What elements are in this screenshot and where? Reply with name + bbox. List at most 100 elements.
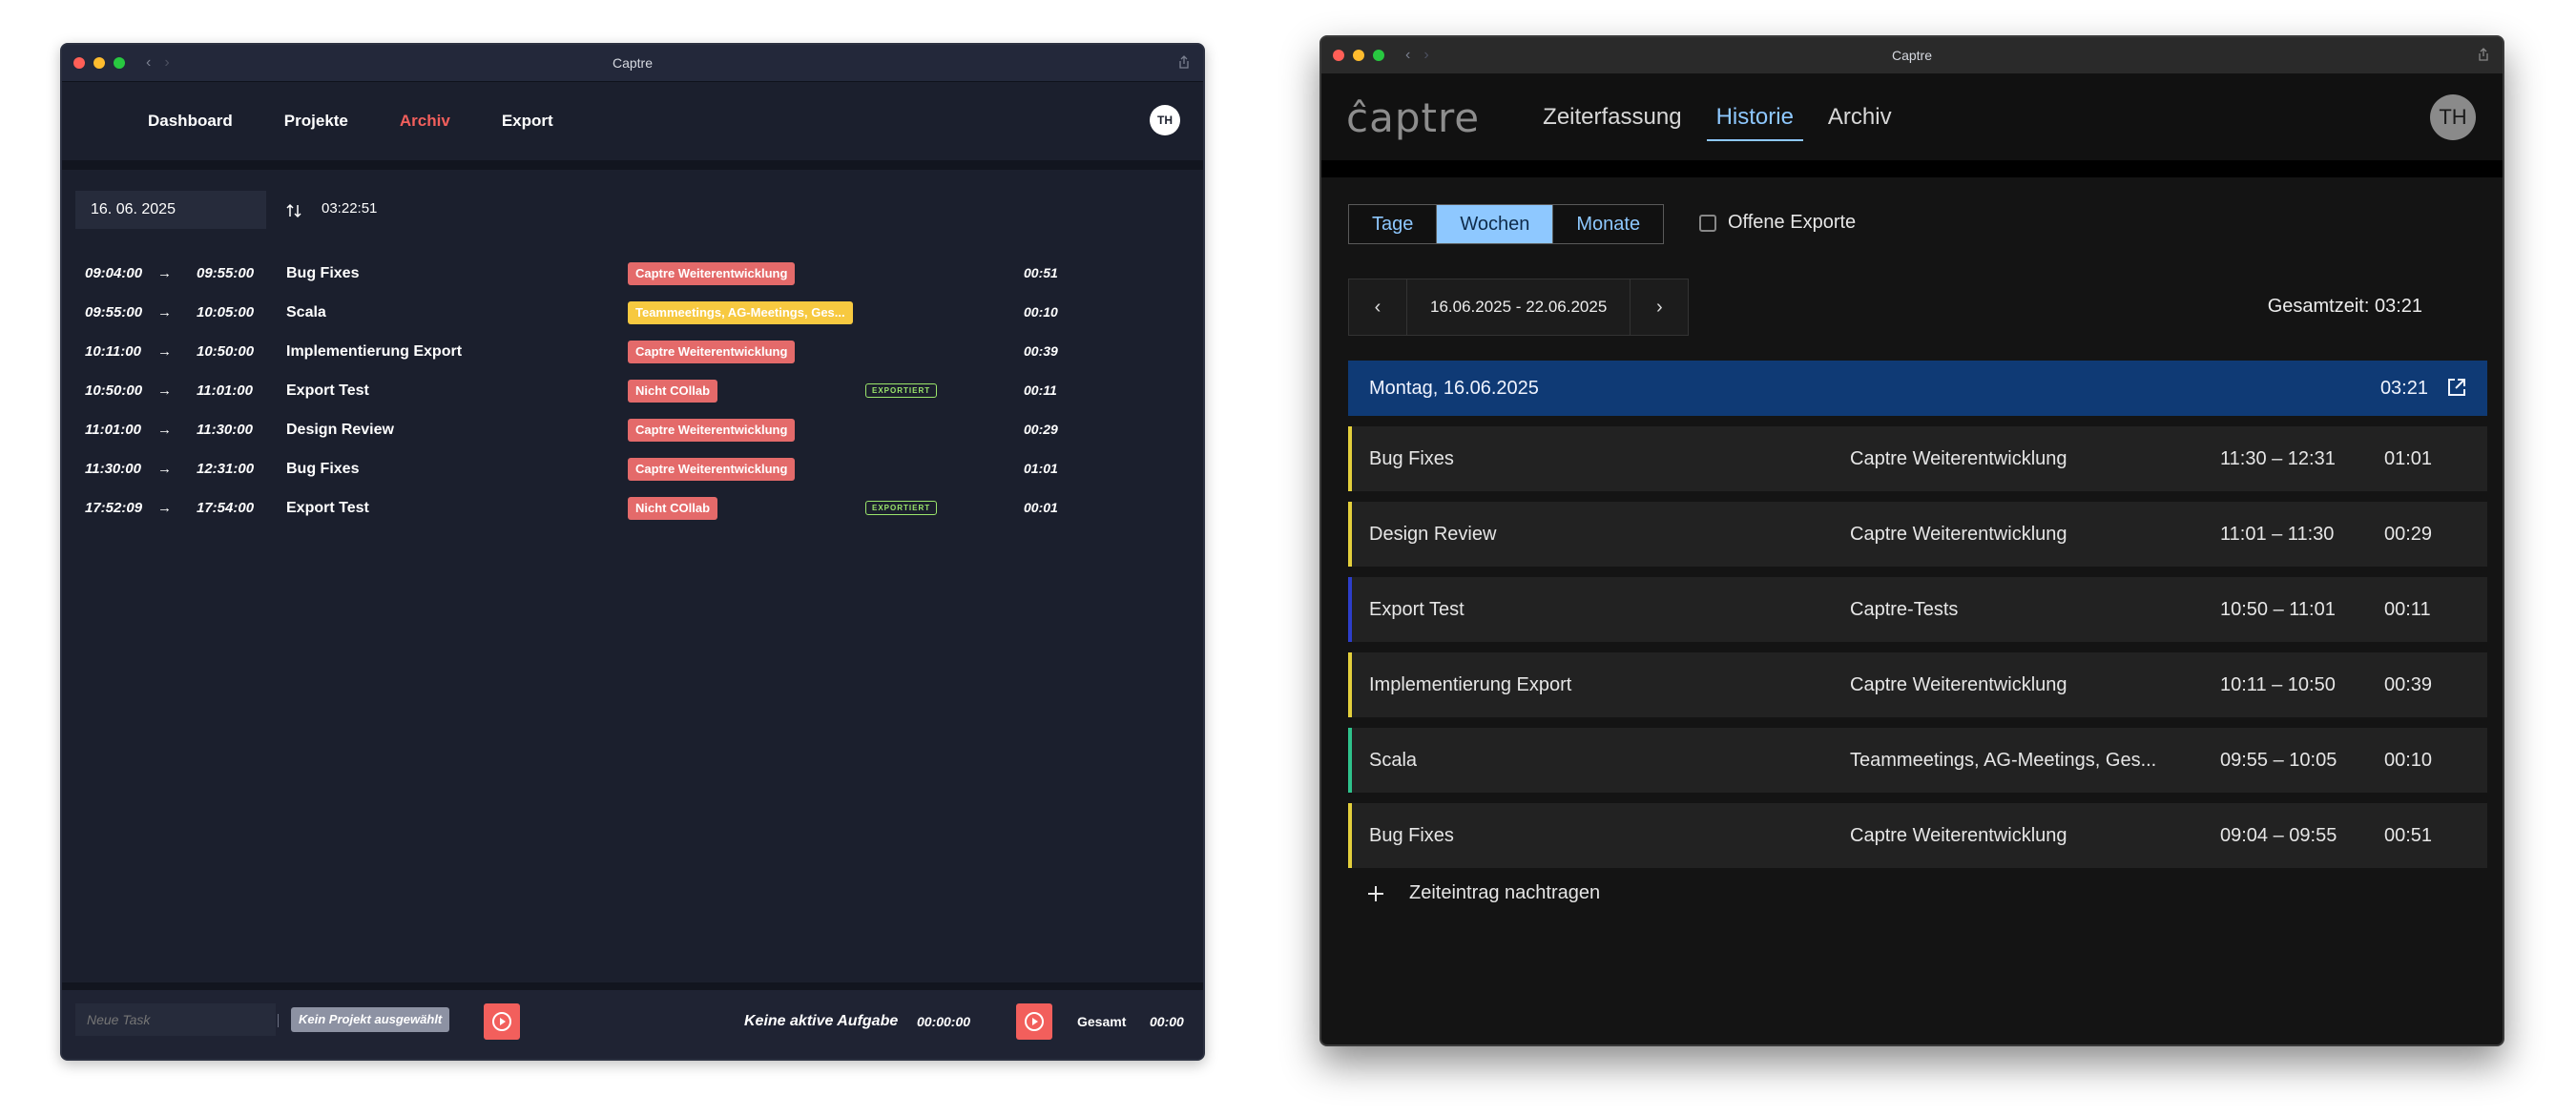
open-exports-filter[interactable]: Offene Exporte [1699,212,1856,234]
dark-mode-moon-icon[interactable] [87,111,108,132]
maximize-window-button[interactable] [114,57,125,69]
left-header: Dashboard Projekte Archiv Export TH [62,82,1203,160]
prev-week-button[interactable]: ‹ [1349,279,1406,335]
play-icon [492,1012,511,1031]
entry-list: 09:04:00 → 09:55:00 Bug Fixes Captre Wei… [62,254,1203,527]
user-avatar[interactable]: TH [2430,94,2476,140]
arrow-right-icon: → [157,461,172,477]
entry-time-range: 11:01 – 11:30 [2220,524,2335,545]
arrow-right-icon: → [157,265,172,281]
arrow-right-icon: → [157,343,172,360]
chevron-right-icon: › [1655,296,1663,318]
entry-task: Scala [286,304,326,320]
close-window-button[interactable] [1333,50,1344,61]
list-item[interactable]: 10:11:00 → 10:50:00 Implementierung Expo… [62,332,1203,371]
entry-project: Captre Weiterentwicklung [1850,448,2067,469]
nav-archiv[interactable]: Archiv [1828,74,1892,160]
entry-task: Implementierung Export [1369,674,1572,695]
minimize-window-button[interactable] [93,57,105,69]
open-exports-checkbox[interactable] [1699,214,1716,232]
forward-arrow-icon[interactable]: › [1423,47,1428,64]
back-arrow-icon[interactable]: ‹ [1405,47,1410,64]
entry-duration: 00:11 [2384,599,2431,620]
entry-task: Bug Fixes [1369,825,1454,846]
active-task-label: Keine aktive Aufgabe [744,1013,899,1029]
list-item[interactable]: 09:55:00 → 10:05:00 Scala Teammeetings, … [62,293,1203,332]
sort-icon[interactable] [285,202,302,219]
total-value: 00:00 [1150,1014,1184,1029]
minimize-window-button[interactable] [1353,50,1364,61]
open-exports-label: Offene Exporte [1728,212,1857,233]
toggle-wochen[interactable]: Wochen [1436,205,1553,243]
right-header: ĉaptre Zeiterfassung Historie Archiv TH [1321,74,2503,160]
toggle-tage[interactable]: Tage [1349,205,1437,243]
table-row[interactable]: Export Test Captre-Tests 10:50 – 11:01 0… [1348,577,2487,642]
user-avatar[interactable]: TH [1150,105,1180,135]
entry-duration: 01:01 [1024,461,1058,476]
nav-export[interactable]: Export [502,112,553,131]
back-arrow-icon[interactable]: ‹ [146,54,151,72]
share-icon[interactable] [1178,55,1190,69]
nav-archiv[interactable]: Archiv [400,112,450,131]
start-timer-button[interactable] [484,1003,520,1040]
external-link-icon[interactable] [2445,376,2468,399]
toggle-monate[interactable]: Monate [1552,205,1664,243]
maximize-window-button[interactable] [1373,50,1384,61]
project-tag: Captre Weiterentwicklung [628,419,796,442]
project-select-chip[interactable]: Kein Projekt ausgewählt [291,1007,450,1032]
date-picker[interactable]: 16. 06. 2025 [75,191,266,229]
entry-task: Implementierung Export [286,343,463,360]
entry-end: 11:30:00 [197,422,253,438]
table-row[interactable]: Implementierung Export Captre Weiterentw… [1348,652,2487,717]
total-label: Gesamt [1077,1014,1127,1029]
table-row[interactable]: Bug Fixes Captre Weiterentwicklung 11:30… [1348,426,2487,491]
week-range: 16.06.2025 - 22.06.2025 [1406,279,1631,335]
window-title: Captre [1891,48,1933,63]
entry-duration: 00:39 [1024,343,1058,359]
project-tag: Nicht COllab [628,380,718,403]
share-icon[interactable] [2478,48,2489,61]
arrow-right-icon: → [157,382,172,399]
entry-project: Teammeetings, AG-Meetings, Ges... [1850,750,2157,771]
history-entry-list: Bug Fixes Captre Weiterentwicklung 11:30… [1348,426,2487,878]
right-titlebar: ‹ › Captre [1321,37,2503,74]
entry-time-range: 11:30 – 12:31 [2220,448,2336,469]
close-window-button[interactable] [73,57,85,69]
nav-zeiterfassung[interactable]: Zeiterfassung [1543,74,1681,160]
day-header: Montag, 16.06.2025 03:21 [1348,361,2487,416]
plus-icon [1368,885,1383,901]
table-row[interactable]: Scala Teammeetings, AG-Meetings, Ges... … [1348,728,2487,793]
nav-dashboard[interactable]: Dashboard [148,112,233,131]
new-task-input[interactable] [75,1003,276,1036]
table-row[interactable]: Bug Fixes Captre Weiterentwicklung 09:04… [1348,803,2487,868]
total-time: Gesamtzeit: 03:21 [2267,296,2422,317]
project-tag: Nicht COllab [628,497,718,520]
list-item[interactable]: 11:30:00 → 12:31:00 Bug Fixes Captre Wei… [62,449,1203,488]
nav-historie[interactable]: Historie [1706,74,1804,160]
resume-timer-button[interactable] [1016,1003,1052,1040]
project-tag: Captre Weiterentwicklung [628,262,796,285]
list-item[interactable]: 11:01:00 → 11:30:00 Design Review Captre… [62,410,1203,449]
entry-duration: 00:51 [1024,265,1058,280]
entry-start: 10:11:00 [85,343,141,360]
entry-task: Bug Fixes [1369,448,1454,469]
play-icon [1025,1012,1044,1031]
nav-projekte[interactable]: Projekte [284,112,348,131]
header-divider [62,160,1203,170]
project-tag: Captre Weiterentwicklung [628,458,796,481]
window-title: Captre [612,55,654,71]
add-entry-button[interactable]: Zeiteintrag nachtragen [1367,882,1600,904]
next-week-button[interactable]: › [1631,279,1688,335]
view-toggle: Tage Wochen Monate [1348,204,1665,244]
week-pager: ‹ 16.06.2025 - 22.06.2025 › [1348,279,1690,336]
list-item[interactable]: 10:50:00 → 11:01:00 Export Test Nicht CO… [62,371,1203,410]
forward-arrow-icon[interactable]: › [164,54,169,72]
entry-start: 10:50:00 [85,382,143,399]
list-item[interactable]: 17:52:09 → 17:54:00 Export Test Nicht CO… [62,488,1203,527]
table-row[interactable]: Design Review Captre Weiterentwicklung 1… [1348,502,2487,567]
entry-project: Captre-Tests [1850,599,1959,620]
entry-end: 12:31:00 [197,461,255,477]
list-item[interactable]: 09:04:00 → 09:55:00 Bug Fixes Captre Wei… [62,254,1203,293]
arrow-right-icon: → [157,422,172,438]
entry-end: 11:01:00 [197,382,253,399]
